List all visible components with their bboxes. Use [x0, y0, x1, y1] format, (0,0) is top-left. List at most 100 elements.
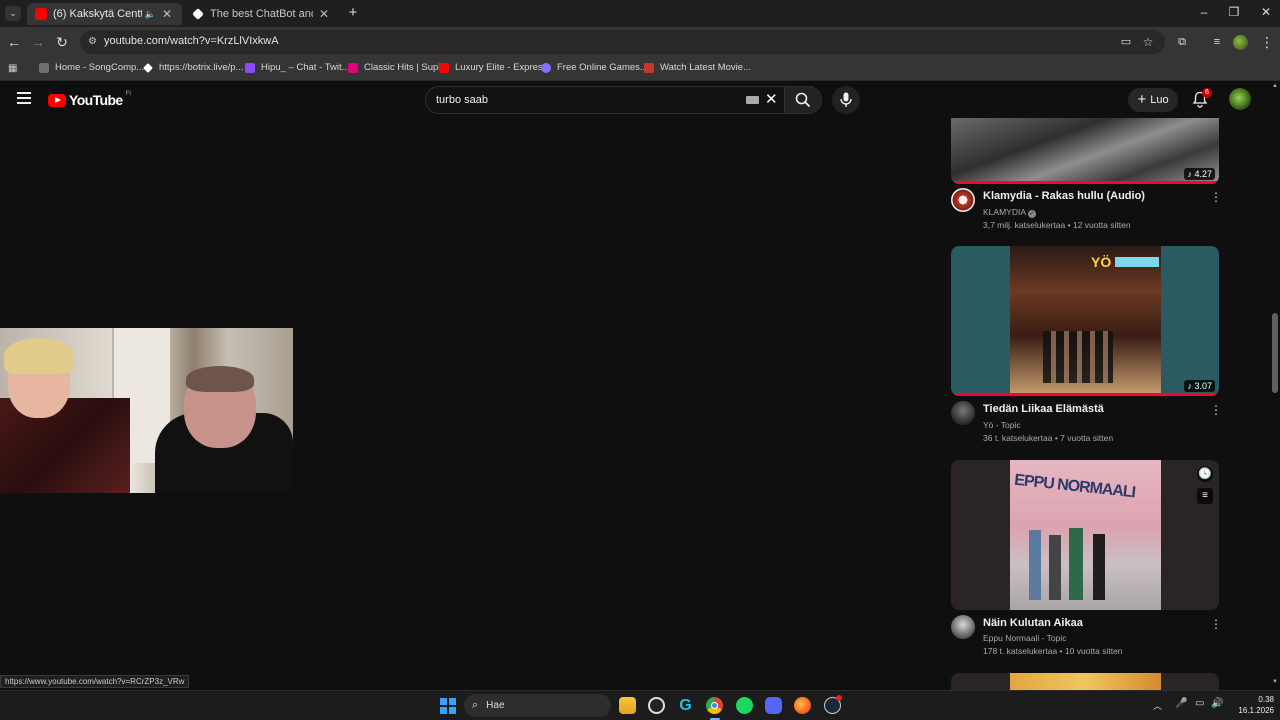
account-avatar[interactable] [1229, 88, 1251, 110]
bookmark-item[interactable]: https://botrix.live/p... [143, 62, 243, 73]
scroll-up-arrow-icon[interactable]: ▲ [1272, 83, 1278, 89]
bookmark-item[interactable]: Luxury Elite - Expres... [439, 62, 551, 73]
microphone-icon[interactable]: 🎤 [1175, 698, 1187, 709]
video-meta: 3,7 milj. katselukertaa • 12 vuotta sitt… [983, 220, 1131, 230]
tab-title: (6) Kakskytä Centtiä - YouTube [53, 8, 142, 20]
profile-avatar[interactable] [1233, 35, 1248, 50]
notifications-button[interactable]: 6 [1192, 88, 1212, 109]
video-title[interactable]: Näin Kulutan Aikaa [983, 617, 1083, 629]
more-actions-icon[interactable]: ⋮ [1210, 190, 1222, 204]
discord-icon[interactable] [765, 697, 782, 714]
youtube-favicon-icon [439, 62, 449, 73]
reading-list-icon[interactable]: ≡ [1209, 34, 1225, 50]
obs-icon[interactable] [648, 697, 665, 714]
scrollbar-thumb[interactable] [1272, 313, 1278, 393]
spotify-icon[interactable] [736, 697, 753, 714]
search-input[interactable]: turbo saab ✕ [425, 86, 785, 114]
file-explorer-icon[interactable] [619, 697, 636, 714]
bookmark-star-icon[interactable]: ☆ [1140, 34, 1156, 50]
notification-badge: 6 [1202, 88, 1212, 98]
show-hidden-icons-icon[interactable]: ︿ [1153, 699, 1162, 712]
new-tab-button[interactable]: + [346, 5, 360, 21]
video-meta: 36 t. katselukertaa • 7 vuotta sitten [983, 433, 1114, 443]
close-window-icon[interactable]: ✕ [1259, 5, 1273, 19]
music-note-icon: ♪ [1187, 381, 1192, 391]
youtube-masthead: YouTube FI turbo saab ✕ + Luo 6 [0, 81, 1270, 118]
video-thumbnail[interactable]: EPPU NORMAALI 🕓 ≡ [951, 460, 1219, 610]
more-actions-icon[interactable]: ⋮ [1210, 617, 1222, 631]
bookmarks-bar: ▦ Home - SongComp... https://botrix.live… [0, 57, 1280, 81]
browser-tab-botrix[interactable]: The best ChatBot and Widgets for Twitch … [184, 3, 339, 25]
channel-avatar[interactable] [951, 401, 975, 425]
clear-search-icon[interactable]: ✕ [765, 90, 778, 108]
chrome-menu-icon[interactable]: ⋮ [1259, 34, 1275, 50]
channel-avatar[interactable] [951, 188, 975, 212]
tab-search-button[interactable]: ⌄ [5, 6, 21, 21]
address-bar[interactable]: ⚙ youtube.com/watch?v=KrzLlVIxkwA [80, 30, 1165, 54]
search-icon: ⌕ [472, 699, 479, 711]
speaker-icon[interactable]: 🔈 [145, 9, 156, 20]
games-icon [541, 62, 551, 73]
scroll-down-arrow-icon[interactable]: ▼ [1272, 679, 1278, 685]
video-thumbnail[interactable]: YÖ ♪ 3.07 [951, 246, 1219, 396]
volume-icon[interactable]: 🔊 [1211, 698, 1223, 709]
firefox-icon[interactable] [794, 697, 811, 714]
forward-arrow-icon[interactable]: → [30, 34, 46, 50]
botrix-favicon-icon [192, 8, 204, 20]
minimize-window-icon[interactable]: – [1197, 5, 1211, 19]
channel-name[interactable]: Yö - Topic [983, 420, 1021, 430]
video-thumbnail[interactable]: ♪ 4.27 [951, 118, 1219, 184]
bookmark-item[interactable]: Watch Latest Movie... [644, 62, 751, 73]
channel-name[interactable]: Eppu Normaali - Topic [983, 633, 1066, 643]
bookmark-item[interactable]: Free Online Games... [541, 62, 648, 73]
keyboard-icon[interactable] [746, 96, 759, 104]
create-button[interactable]: + Luo [1128, 88, 1178, 112]
page-scrollbar[interactable]: ▲ ▼ [1270, 81, 1280, 690]
site-info-icon[interactable]: ⚙ [88, 36, 99, 47]
plus-icon: + [1137, 91, 1147, 108]
display-icon[interactable]: ▭ [1195, 698, 1204, 709]
steam-icon[interactable] [824, 695, 842, 714]
extensions-icon[interactable]: ⧉ [1174, 34, 1190, 50]
duration-badge: ♪ 4.27 [1184, 168, 1215, 180]
bookmark-item[interactable]: Classic Hits | Supla [348, 62, 446, 73]
add-to-queue-icon[interactable]: ≡ [1197, 488, 1213, 504]
youtube-play-icon [48, 93, 66, 107]
music-note-icon: ♪ [1187, 169, 1192, 179]
youtube-favicon-icon [35, 8, 47, 20]
search-icon [795, 92, 811, 108]
voice-search-button[interactable] [832, 86, 860, 114]
bookmark-item[interactable]: Home - SongComp... [39, 62, 144, 73]
bookmark-favicon-icon [39, 62, 49, 73]
twitch-icon [245, 62, 255, 73]
watch-later-icon[interactable]: 🕓 [1197, 466, 1213, 482]
close-tab-icon[interactable]: ✕ [160, 7, 174, 21]
browser-tab-youtube[interactable]: (6) Kakskytä Centtiä - YouTube 🔈 ✕ [27, 3, 182, 25]
cast-icon[interactable]: ▭ [1118, 34, 1134, 50]
reload-icon[interactable]: ↻ [54, 34, 70, 50]
duration-badge: ♪ 3.07 [1184, 380, 1215, 392]
close-tab-icon[interactable]: ✕ [317, 7, 331, 21]
back-arrow-icon[interactable]: ← [6, 34, 22, 50]
browser-tab-strip: ⌄ (6) Kakskytä Centtiä - YouTube 🔈 ✕ The… [0, 0, 1280, 27]
apps-grid-icon[interactable]: ▦ [8, 63, 19, 74]
microphone-icon [840, 92, 852, 107]
bookmark-item[interactable]: Hipu_ – Chat - Twit... [245, 62, 350, 73]
video-meta: 178 t. katselukertaa • 10 vuotta sitten [983, 646, 1123, 656]
taskbar-search[interactable]: ⌕ Hae [464, 694, 611, 717]
video-thumbnail[interactable] [951, 673, 1219, 690]
search-button[interactable] [784, 86, 822, 114]
channel-name[interactable]: KLAMYDIA ✓ [983, 207, 1036, 218]
more-actions-icon[interactable]: ⋮ [1210, 403, 1222, 417]
youtube-logo[interactable]: YouTube FI [48, 91, 131, 108]
hamburger-menu-icon[interactable] [17, 92, 31, 104]
logitech-ghub-icon[interactable]: G [677, 697, 694, 714]
verified-check-icon: ✓ [1027, 210, 1036, 218]
video-title[interactable]: Klamydia - Rakas hullu (Audio) [983, 190, 1145, 202]
taskbar-clock[interactable]: 0.38 16.1.2026 [1228, 694, 1274, 716]
channel-avatar[interactable] [951, 615, 975, 639]
restore-window-icon[interactable]: ❐ [1227, 5, 1241, 19]
windows-start-icon[interactable] [440, 698, 456, 714]
video-title[interactable]: Tiedän Liikaa Elämästä [983, 403, 1104, 415]
chrome-icon[interactable] [706, 697, 723, 714]
